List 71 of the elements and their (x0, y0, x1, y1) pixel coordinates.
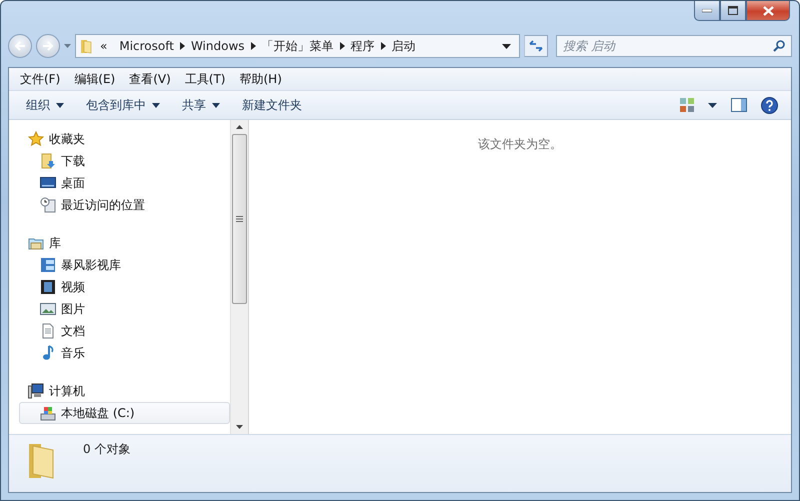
nav-item[interactable]: 视频 (19, 276, 230, 298)
menu-item[interactable]: 编辑(E) (67, 70, 122, 88)
toolbar-button[interactable]: 新建文件夹 (233, 94, 311, 116)
empty-folder-message: 该文件夹为空。 (478, 136, 562, 150)
toolbar-button[interactable]: 组织 (17, 94, 73, 116)
menu-item[interactable]: 查看(V) (122, 70, 178, 88)
breadcrumb-arrow-icon[interactable] (250, 42, 256, 50)
pane-icon (731, 98, 747, 112)
star-icon (28, 131, 44, 147)
maximize-icon (728, 6, 738, 15)
toolbar-button[interactable]: 共享 (173, 94, 229, 116)
help-icon (761, 96, 778, 114)
item-count: 0 个对象 (83, 441, 130, 458)
nav-item[interactable]: 文档 (19, 320, 230, 342)
toolbar-button[interactable]: 包含到库中 (77, 94, 169, 116)
close-button[interactable] (746, 1, 790, 21)
media-library-icon (40, 257, 56, 273)
history-caret-icon (64, 44, 71, 48)
back-arrow-icon (14, 41, 26, 51)
breadcrumb-arrow-icon[interactable] (340, 42, 345, 50)
desktop-icon (40, 175, 56, 191)
breadcrumb[interactable]: 程序 (344, 38, 381, 54)
nav-item[interactable]: 音乐 (19, 342, 230, 364)
minimize-icon (702, 8, 712, 12)
music-note-icon (40, 345, 56, 361)
refresh-button[interactable] (524, 35, 548, 57)
grip-icon (236, 216, 243, 222)
nav-item[interactable]: 图片 (19, 298, 230, 320)
nav-item[interactable]: 下载 (19, 150, 230, 172)
back-button[interactable] (8, 34, 32, 58)
menu-item[interactable]: 帮助(H) (232, 70, 289, 88)
views-icon (680, 98, 694, 112)
breadcrumb-arrow-icon[interactable] (380, 42, 386, 50)
menu-item[interactable]: 工具(T) (178, 70, 232, 88)
caret-icon (708, 102, 717, 108)
nav-group[interactable]: 计算机 (19, 380, 230, 402)
breadcrumb-arrow-icon[interactable] (180, 42, 185, 50)
picture-icon (40, 301, 56, 317)
drive-icon (40, 405, 56, 421)
scrollbar[interactable] (230, 120, 249, 434)
breadcrumb[interactable]: 启动 (386, 38, 422, 54)
minimize-button[interactable] (694, 1, 720, 21)
address-bar[interactable]: « Microsoft Windows 「开始」菜单 程序 启动 (75, 34, 520, 58)
nav-item[interactable]: 本地磁盘 (C:) (19, 402, 230, 424)
folder-arrow-icon (40, 153, 56, 169)
search-field[interactable]: 搜索 启动 (556, 35, 792, 57)
computer-icon (28, 383, 44, 399)
nav-group[interactable]: 收藏夹 (19, 128, 230, 150)
scroll-down-icon[interactable] (236, 425, 243, 429)
refresh-icon (529, 40, 543, 52)
search-icon[interactable] (773, 40, 785, 52)
film-icon (40, 279, 56, 295)
maximize-button[interactable] (720, 1, 746, 21)
overflow-chevron[interactable]: « (94, 39, 114, 53)
forward-button[interactable] (36, 34, 60, 58)
forward-arrow-icon (42, 41, 54, 51)
document-icon (40, 323, 56, 339)
nav-item[interactable]: 最近访问的位置 (19, 194, 230, 216)
breadcrumb[interactable]: Windows (184, 39, 251, 53)
nav-group[interactable]: 库 (19, 232, 230, 254)
scroll-thumb[interactable] (232, 134, 247, 304)
breadcrumb[interactable]: Microsoft (113, 39, 180, 53)
folder-icon (80, 38, 94, 54)
nav-item[interactable]: 桌面 (19, 172, 230, 194)
nav-item[interactable]: 暴风影视库 (19, 254, 230, 276)
scroll-up-icon[interactable] (236, 125, 243, 129)
dropdown-caret-icon[interactable] (502, 44, 511, 48)
recent-places-icon (40, 197, 56, 213)
breadcrumb[interactable]: 「开始」菜单 (256, 38, 340, 54)
close-icon (762, 6, 774, 16)
menu-item[interactable]: 文件(F) (13, 70, 68, 88)
